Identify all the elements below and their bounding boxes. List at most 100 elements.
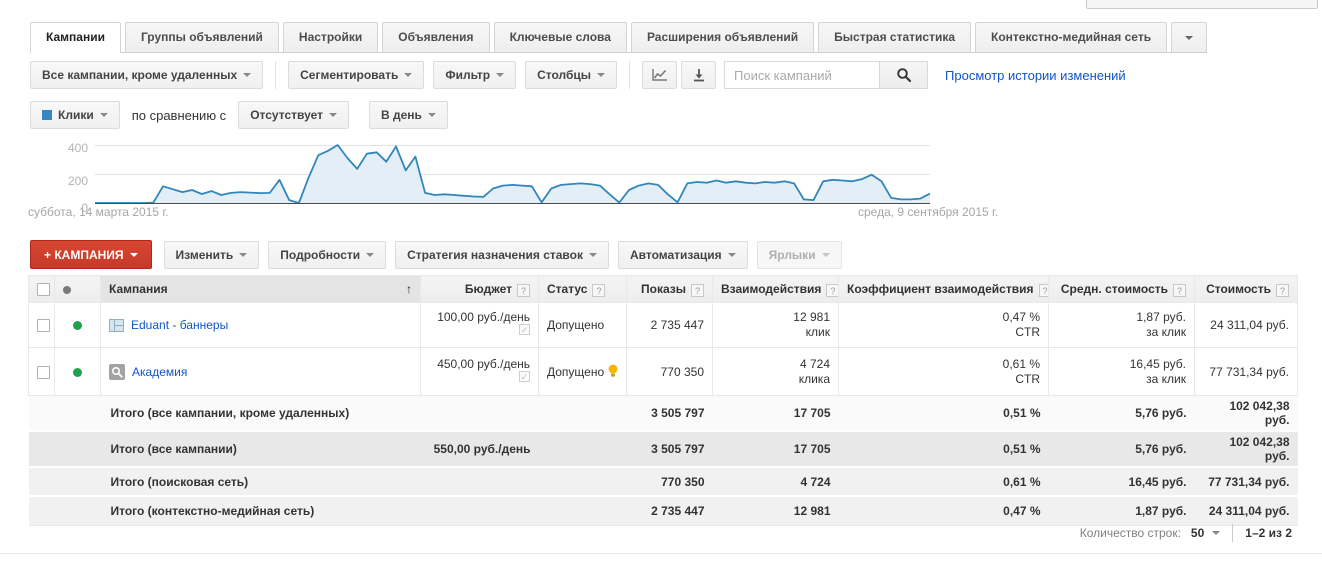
x-axis-end-label: среда, 9 сентября 2015 г. [858,205,998,219]
page-range: 1–2 из 2 [1245,526,1292,540]
details-dropdown[interactable]: Подробности [268,241,386,269]
compare-value-label: Отсутствует [250,108,323,122]
budget-edit-icon[interactable]: ✓ [519,371,530,382]
columns-label: Столбцы [537,68,591,82]
rows-per-page-value: 50 [1191,526,1204,540]
tab-ads[interactable]: Объявления [382,22,489,52]
help-icon[interactable]: ? [1039,284,1049,297]
table-row: Eduant - баннеры 100,00 руб./день✓ Допущ… [29,303,1298,348]
chevron-down-icon [243,73,251,77]
table-row: Академия 450,00 руб./день✓ Допущено 770 … [29,348,1298,396]
campaign-view-filter-dropdown[interactable]: Все кампании, кроме удаленных [30,61,263,89]
select-all-header[interactable] [29,276,55,303]
select-all-checkbox[interactable] [37,283,50,296]
totals-label: Итого (все кампании) [29,431,421,467]
campaign-link[interactable]: Академия [132,365,187,379]
impressions-value: 2 735 447 [627,303,713,348]
totals-label: Итого (все кампании, кроме удаленных) [29,396,421,432]
edit-label: Изменить [176,248,234,262]
granularity-dropdown[interactable]: В день [369,101,448,129]
help-icon[interactable]: ? [592,284,605,297]
chevron-down-icon [130,253,138,257]
header-interaction-rate[interactable]: Коэффициент взаимодействия? [839,276,1049,303]
rows-per-page-select[interactable]: 50 [1191,526,1220,540]
header-avg-cost[interactable]: Средн. стоимость? [1049,276,1195,303]
interactions-value: 4 724 [721,357,830,372]
chevron-down-icon [329,113,337,117]
tab-display-network[interactable]: Контекстно-медийная сеть [975,22,1167,52]
interactions-unit: клик [721,325,830,340]
budget-edit-icon[interactable]: ✓ [519,324,530,335]
cost-value: 24 311,04 руб. [1195,303,1298,348]
new-campaign-label: + КАМПАНИЯ [44,248,124,262]
date-range-box-fragment[interactable] [1086,0,1318,9]
tab-ad-groups[interactable]: Группы объявлений [125,22,279,52]
header-status[interactable]: Статус? [539,276,627,303]
avg-cost-unit: за клик [1057,372,1186,387]
segment-dropdown[interactable]: Сегментировать [288,61,424,89]
row-checkbox[interactable] [37,366,50,379]
download-button[interactable] [681,61,716,89]
table-header-row: Кампания ↑ Бюджет? Статус? Показы? Взаим… [29,276,1298,303]
compare-metric-dropdown[interactable]: Отсутствует [238,101,349,129]
columns-dropdown[interactable]: Столбцы [525,61,617,89]
interactions-unit: клика [721,372,830,387]
chevron-down-icon [496,73,504,77]
row-checkbox[interactable] [37,319,50,332]
tab-settings[interactable]: Настройки [283,22,378,52]
header-budget[interactable]: Бюджет? [421,276,539,303]
toolbar-divider [275,61,276,89]
toggle-graph-button[interactable] [642,61,677,89]
help-icon[interactable]: ? [691,284,704,297]
labels-dropdown: Ярлыки [757,241,842,269]
status-column-icon [63,286,71,294]
header-interactions[interactable]: Взаимодействия? [713,276,839,303]
campaign-view-filter-label: Все кампании, кроме удаленных [42,68,237,82]
sort-asc-icon: ↑ [406,282,412,296]
filter-label: Фильтр [445,68,490,82]
automation-dropdown[interactable]: Автоматизация [618,241,748,269]
header-impressions[interactable]: Показы? [627,276,713,303]
filter-dropdown[interactable]: Фильтр [433,61,516,89]
help-icon[interactable]: ? [1276,284,1289,297]
totals-row-all-campaigns: Итого (все кампании) 550,00 руб./день 3 … [29,431,1298,467]
labels-label: Ярлыки [769,248,816,262]
search-input[interactable] [724,61,879,89]
tab-quick-stats[interactable]: Быстрая статистика [818,22,971,52]
search-button[interactable] [879,61,928,89]
search-network-icon [109,364,125,380]
header-campaign[interactable]: Кампания ↑ [101,276,421,303]
avg-cost-value: 16,45 руб. [1057,357,1186,372]
new-campaign-button[interactable]: + КАМПАНИЯ [30,240,152,269]
status-dot-header[interactable] [55,276,101,303]
tab-more[interactable] [1171,22,1207,52]
rate-value: 0,47 % [847,310,1040,325]
totals-row-display-network: Итого (контекстно-медийная сеть) 2 735 4… [29,496,1298,525]
help-icon[interactable]: ? [517,284,530,297]
status-text: Допущено [547,318,604,332]
campaign-link[interactable]: Eduant - баннеры [131,318,228,332]
idea-bulb-icon[interactable] [608,364,618,378]
search-icon [896,67,912,83]
edit-dropdown[interactable]: Изменить [164,241,260,269]
help-icon[interactable]: ? [826,284,838,297]
header-cost[interactable]: Стоимость? [1195,276,1298,303]
metric-dropdown[interactable]: Клики [30,101,120,129]
cost-value: 77 731,34 руб. [1195,348,1298,396]
tab-campaigns[interactable]: Кампании [30,22,121,53]
bid-strategy-dropdown[interactable]: Стратегия назначения ставок [395,241,609,269]
tab-keywords[interactable]: Ключевые слова [494,22,627,52]
change-history-link[interactable]: Просмотр истории изменений [945,68,1126,83]
page-bottom-border [0,553,1322,554]
chevron-down-icon [728,253,736,257]
status-enabled-icon[interactable] [73,368,82,377]
chevron-down-icon [404,73,412,77]
status-text: Допущено [547,365,604,379]
status-enabled-icon[interactable] [73,321,82,330]
tab-ad-extensions[interactable]: Расширения объявлений [631,22,814,52]
help-icon[interactable]: ? [1173,284,1186,297]
table-action-bar: + КАМПАНИЯ Изменить Подробности Стратеги… [30,240,842,269]
y-tick-200: 200 [38,174,88,188]
impressions-value: 770 350 [627,348,713,396]
toolbar: Все кампании, кроме удаленных Сегментиро… [30,61,1126,89]
